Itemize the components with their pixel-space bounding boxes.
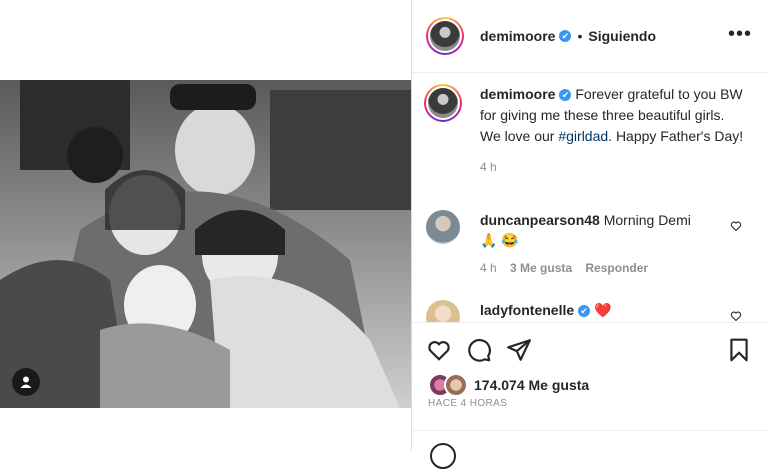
commenter-username[interactable]: duncanpearson48	[480, 212, 600, 228]
likes-count[interactable]: 174.074 Me gusta	[474, 377, 589, 393]
user-tag-icon	[20, 376, 32, 388]
post-side-panel: demimoore ✔ • Siguiendo ••• demimoore ✔ F…	[412, 0, 768, 469]
save-icon[interactable]	[726, 337, 752, 363]
header-separator: •	[577, 28, 583, 44]
caption-text: demimoore ✔ Forever grateful to you BW fo…	[480, 84, 748, 178]
comment-text: ❤️	[594, 302, 612, 318]
comment-meta: 4 h 3 Me gusta Responder	[480, 258, 691, 278]
caption-avatar[interactable]	[424, 84, 462, 122]
like-icon[interactable]	[426, 337, 452, 363]
actions-divider	[412, 430, 768, 431]
comment-item: duncanpearson48 Morning Demi 🙏 😂 4 h 3 M…	[426, 210, 756, 278]
heart-icon[interactable]	[730, 220, 742, 232]
author-avatar[interactable]	[426, 17, 464, 55]
likes-summary[interactable]: 174.074 Me gusta	[428, 373, 589, 397]
post-header: demimoore ✔ • Siguiendo •••	[412, 0, 768, 73]
caption-time: 4 h	[480, 160, 497, 174]
more-icon[interactable]: •••	[728, 24, 752, 44]
comment-text: Morning Demi	[603, 212, 691, 228]
reply-button[interactable]: Responder	[585, 261, 648, 275]
heart-icon[interactable]	[730, 310, 742, 322]
hashtag-link[interactable]: #girldad	[558, 128, 608, 144]
liker-avatar	[444, 373, 468, 397]
photo-image	[0, 80, 411, 408]
caption-username[interactable]: demimoore	[480, 86, 555, 102]
verified-icon: ✔	[559, 89, 572, 102]
post-actions: 174.074 Me gusta HACE 4 HORAS	[412, 322, 768, 469]
post-media	[0, 0, 411, 451]
share-icon[interactable]	[506, 337, 532, 363]
comment-icon[interactable]	[466, 337, 492, 363]
emoji-icon[interactable]	[430, 443, 456, 469]
author-username[interactable]: demimoore	[480, 28, 555, 44]
post-photo[interactable]	[0, 80, 411, 408]
commenter-avatar[interactable]	[426, 210, 460, 244]
commenter-username[interactable]: ladyfontenelle	[480, 302, 574, 318]
following-button[interactable]: Siguiendo	[588, 28, 656, 44]
user-tag-button[interactable]	[12, 368, 40, 396]
caption-body-end: . Happy Father's Day!	[608, 128, 744, 144]
post-caption: demimoore ✔ Forever grateful to you BW fo…	[424, 84, 754, 178]
comment-emoji: 🙏 😂	[480, 232, 519, 248]
comment-likes[interactable]: 3 Me gusta	[510, 261, 572, 275]
post-timestamp: HACE 4 HORAS	[428, 398, 508, 409]
comment-time: 4 h	[480, 261, 497, 275]
verified-icon: ✔	[559, 30, 572, 42]
verified-icon: ✔	[578, 305, 591, 318]
